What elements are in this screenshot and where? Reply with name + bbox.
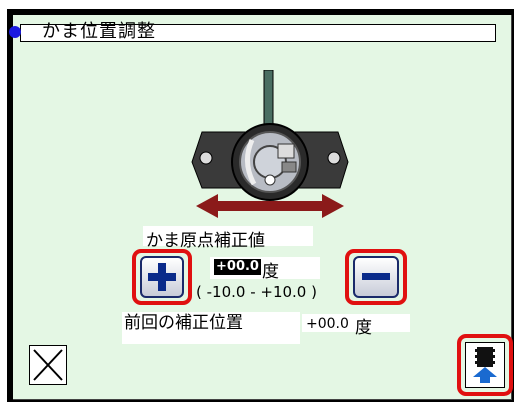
minus-icon bbox=[362, 273, 390, 280]
adjust-value[interactable]: +00.0 bbox=[214, 259, 261, 275]
previous-label: 前回の補正位置 bbox=[124, 313, 243, 333]
range-text: ( -10.0 - +10.0 ) bbox=[196, 283, 317, 301]
exit-button[interactable] bbox=[465, 342, 505, 388]
previous-unit: 度 bbox=[355, 318, 372, 338]
page-title: かま位置調整 bbox=[42, 21, 156, 42]
hook-illustration bbox=[191, 70, 349, 218]
machine-exit-icon bbox=[473, 347, 497, 383]
plus-icon bbox=[148, 263, 176, 291]
plus-button[interactable] bbox=[140, 256, 184, 298]
adjust-label: かま原点補正値 bbox=[146, 231, 265, 251]
adjust-unit: 度 bbox=[262, 262, 279, 282]
minus-button[interactable] bbox=[353, 256, 399, 298]
close-x-icon bbox=[33, 349, 63, 381]
title-bullet-icon bbox=[9, 26, 21, 38]
previous-value: +00.0 bbox=[306, 316, 349, 332]
close-button[interactable] bbox=[29, 345, 67, 385]
